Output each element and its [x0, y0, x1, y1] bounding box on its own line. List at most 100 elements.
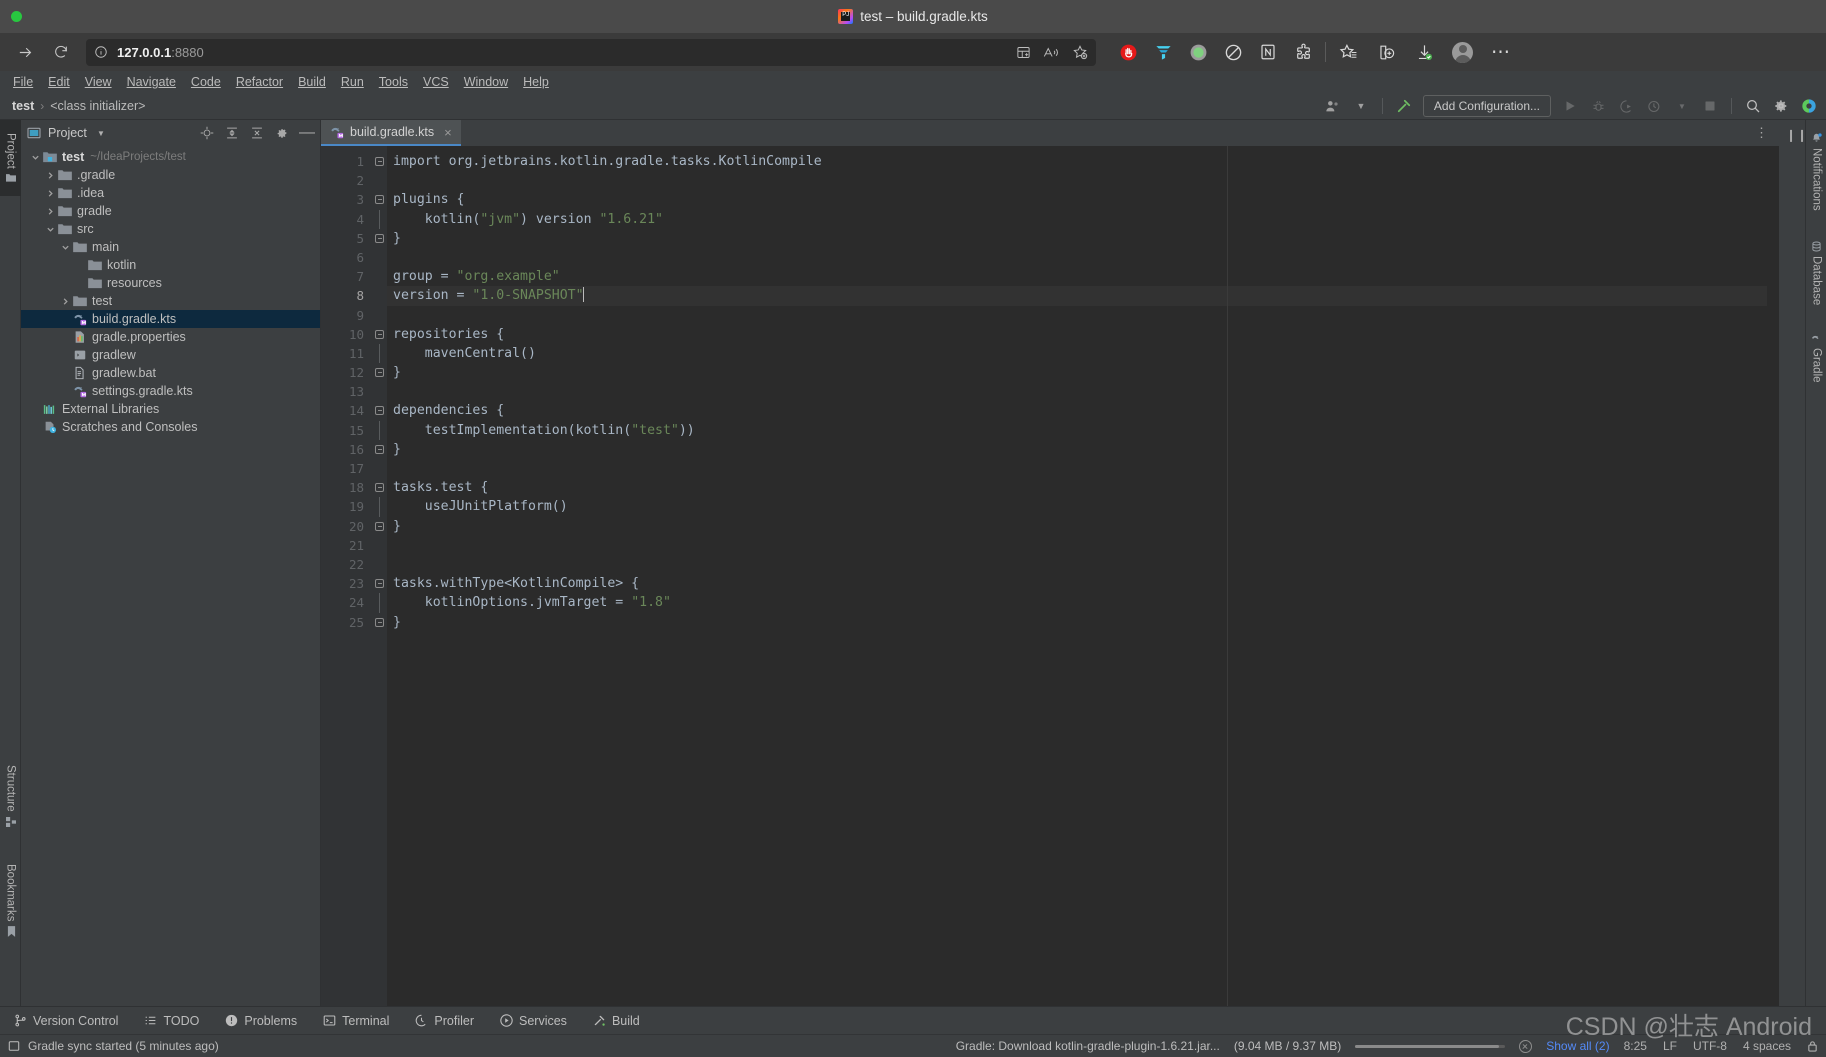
block-icon[interactable] [1223, 42, 1243, 62]
line-number[interactable]: 5 [321, 229, 373, 248]
reload-button[interactable] [46, 38, 76, 66]
code-line[interactable]: repositories { [387, 325, 1767, 344]
code-line[interactable] [387, 459, 1767, 478]
code-line[interactable]: plugins { [387, 190, 1767, 209]
locate-icon[interactable] [199, 125, 215, 141]
tree-item-src[interactable]: src [21, 220, 320, 238]
editor-tab-build-gradle-kts[interactable]: build.gradle.kts × [321, 120, 461, 146]
console-icon[interactable] [8, 1040, 20, 1052]
caret-position[interactable]: 8:25 [1624, 1039, 1647, 1053]
updates-icon[interactable] [1800, 97, 1818, 115]
rail-tab-project[interactable]: Project [0, 120, 21, 196]
chevron-right-icon[interactable] [59, 297, 72, 306]
filter-funnel-icon[interactable] [1153, 42, 1173, 62]
code-line[interactable]: dependencies { [387, 401, 1767, 420]
lock-icon[interactable] [1807, 1040, 1818, 1052]
line-number[interactable]: 7 [321, 267, 373, 286]
line-number[interactable]: 1 [321, 152, 373, 171]
line-number[interactable]: 22 [321, 555, 373, 574]
collapse-all-icon[interactable] [249, 125, 265, 141]
address-bar[interactable]: 127.0.0.1:8880 [86, 39, 1096, 66]
chevron-down-icon[interactable] [29, 153, 42, 162]
forward-button[interactable] [10, 38, 40, 66]
tree-item--idea[interactable]: .idea [21, 184, 320, 202]
tree-item-gradle-properties[interactable]: gradle.properties [21, 328, 320, 346]
menu-run[interactable]: Run [334, 73, 371, 91]
code-line[interactable]: } [387, 517, 1767, 536]
code-line[interactable]: version = "1.0-SNAPSHOT" [387, 286, 1767, 305]
code-line[interactable]: } [387, 613, 1767, 632]
menu-vcs[interactable]: VCS [416, 73, 456, 91]
run-icon[interactable] [1561, 97, 1579, 115]
line-number[interactable]: 3 [321, 190, 373, 209]
code-line[interactable]: } [387, 363, 1767, 382]
tree-item-main[interactable]: main [21, 238, 320, 256]
stop-icon[interactable] [1701, 97, 1719, 115]
code-line[interactable] [387, 382, 1767, 401]
fold-region[interactable] [373, 344, 387, 363]
tree-item-kotlin[interactable]: kotlin [21, 256, 320, 274]
fold-region[interactable] [373, 229, 387, 248]
collections-add-icon[interactable] [1376, 42, 1396, 62]
rail-tab-bookmarks[interactable]: Bookmarks [0, 852, 21, 948]
line-number[interactable]: 24 [321, 593, 373, 612]
chevron-right-icon[interactable] [44, 171, 57, 180]
code-line[interactable] [387, 306, 1767, 325]
fold-end-icon[interactable] [375, 445, 384, 454]
fold-end-icon[interactable] [375, 368, 384, 377]
profile-icon[interactable] [1645, 97, 1663, 115]
profile-avatar[interactable] [1452, 42, 1473, 63]
settings-gear-icon[interactable] [274, 125, 290, 141]
fold-end-icon[interactable] [375, 618, 384, 627]
tree-item--gradle[interactable]: .gradle [21, 166, 320, 184]
code-line[interactable]: kotlinOptions.jvmTarget = "1.8" [387, 593, 1767, 612]
chevron-down-icon[interactable]: ▼ [1352, 97, 1370, 115]
menu-view[interactable]: View [78, 73, 119, 91]
expand-all-icon[interactable] [224, 125, 240, 141]
tree-item-scratches-and-consoles[interactable]: Scratches and Consoles [21, 418, 320, 436]
fold-region[interactable] [373, 574, 387, 593]
window-close-button[interactable] [11, 11, 22, 22]
line-number[interactable]: 13 [321, 382, 373, 401]
menu-help[interactable]: Help [516, 73, 556, 91]
fold-region[interactable] [373, 421, 387, 440]
code-line[interactable]: useJUnitPlatform() [387, 497, 1767, 516]
fold-region[interactable] [373, 363, 387, 382]
code-line[interactable] [387, 248, 1767, 267]
collections-icon[interactable] [1016, 45, 1031, 60]
code-line[interactable]: import org.jetbrains.kotlin.gradle.tasks… [387, 152, 1767, 171]
menu-window[interactable]: Window [457, 73, 515, 91]
menu-code[interactable]: Code [184, 73, 228, 91]
settings-more-icon[interactable]: ⋯ [1491, 42, 1511, 62]
fold-region[interactable] [373, 613, 387, 632]
rail-tab-notifications[interactable]: Notifications [1806, 122, 1826, 222]
profile-dropdown-icon[interactable]: ▼ [1673, 97, 1691, 115]
line-number[interactable]: 10 [321, 325, 373, 344]
cancel-icon[interactable] [1519, 1040, 1532, 1053]
fold-region[interactable] [373, 210, 387, 229]
editor-scrollbar[interactable] [1767, 146, 1779, 1006]
tree-item-build-gradle-kts[interactable]: build.gradle.kts [21, 310, 320, 328]
line-number[interactable]: 16 [321, 440, 373, 459]
debug-icon[interactable] [1589, 97, 1607, 115]
line-number[interactable]: 4 [321, 210, 373, 229]
menu-navigate[interactable]: Navigate [120, 73, 183, 91]
code-line[interactable]: group = "org.example" [387, 267, 1767, 286]
favorites-icon[interactable] [1338, 42, 1358, 62]
line-number[interactable]: 18 [321, 478, 373, 497]
code-line[interactable] [387, 536, 1767, 555]
bottom-tab-build[interactable]: Build [593, 1014, 640, 1028]
fold-region[interactable] [373, 325, 387, 344]
fold-collapse-icon[interactable] [375, 483, 384, 492]
editor-tabs-menu-icon[interactable]: ⋮ [1753, 124, 1771, 142]
file-encoding[interactable]: UTF-8 [1693, 1039, 1727, 1053]
tree-item-gradlew[interactable]: gradlew [21, 346, 320, 364]
chevron-down-icon[interactable] [59, 243, 72, 252]
code-line[interactable]: kotlin("jvm") version "1.6.21" [387, 210, 1767, 229]
line-number[interactable]: 11 [321, 344, 373, 363]
tree-item-resources[interactable]: resources [21, 274, 320, 292]
bottom-tab-services[interactable]: Services [500, 1014, 567, 1028]
breadcrumb-element[interactable]: <class initializer> [46, 99, 149, 113]
notion-icon[interactable] [1258, 42, 1278, 62]
fold-collapse-icon[interactable] [375, 579, 384, 588]
